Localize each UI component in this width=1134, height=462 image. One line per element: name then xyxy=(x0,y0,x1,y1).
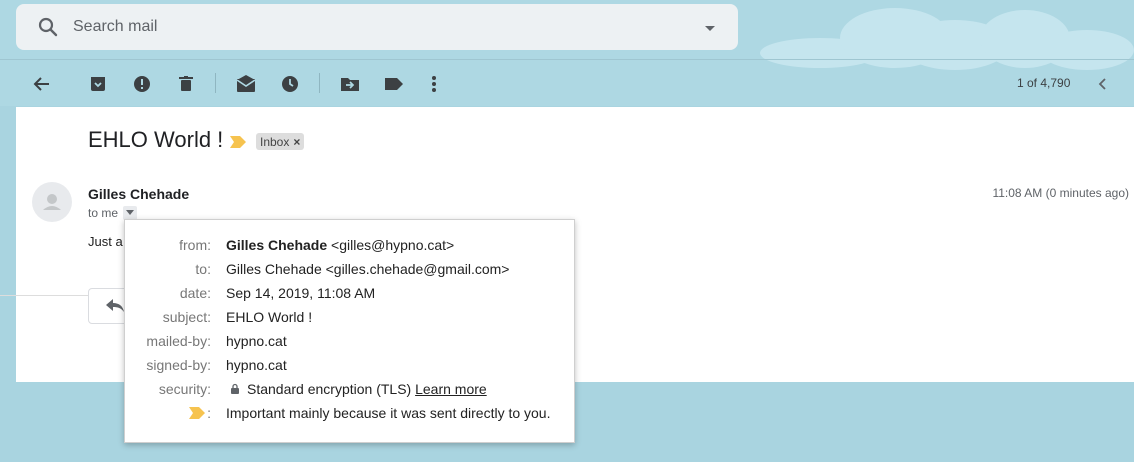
detail-value: Gilles Chehade <gilles@hypno.cat> xyxy=(226,237,454,253)
lock-icon xyxy=(230,381,242,397)
detail-value: Standard encryption (TLS) Learn more xyxy=(226,381,487,397)
detail-label: from: xyxy=(179,237,211,253)
message-timestamp: 11:08 AM (0 minutes ago) xyxy=(992,186,1129,200)
detail-row-security: security: Standard encryption (TLS) Lear… xyxy=(125,381,576,401)
labels-icon[interactable] xyxy=(382,72,406,96)
pagination-count: 1 of 4,790 xyxy=(1017,76,1071,90)
from-name: Gilles Chehade xyxy=(226,237,328,253)
prev-chevron-icon[interactable] xyxy=(1091,72,1115,96)
reply-icon xyxy=(106,299,124,318)
detail-row-to: to: Gilles Chehade <gilles.chehade@gmail… xyxy=(125,261,576,281)
message-details-popup: from: Gilles Chehade <gilles@hypno.cat> … xyxy=(124,219,575,443)
detail-value: hypno.cat xyxy=(226,357,287,373)
detail-value: EHLO World ! xyxy=(226,309,313,325)
message-toolbar: 1 of 4,790 xyxy=(0,59,1134,107)
mark-unread-icon[interactable] xyxy=(234,72,258,96)
importance-marker-icon xyxy=(189,407,206,419)
divider xyxy=(0,295,88,296)
importance-marker-icon[interactable] xyxy=(230,135,246,153)
detail-row-importance: : Important mainly because it was sent d… xyxy=(125,405,576,425)
detail-label: signed-by: xyxy=(146,357,211,373)
show-details-dropdown-icon[interactable] xyxy=(123,206,137,220)
search-options-dropdown-icon[interactable] xyxy=(700,18,720,38)
detail-row-date: date: Sep 14, 2019, 11:08 AM xyxy=(125,285,576,305)
sender-name[interactable]: Gilles Chehade xyxy=(88,186,189,202)
more-vert-icon[interactable] xyxy=(422,72,446,96)
detail-value: Sep 14, 2019, 11:08 AM xyxy=(226,285,376,301)
detail-value: Gilles Chehade <gilles.chehade@gmail.com… xyxy=(226,261,510,277)
snooze-icon[interactable] xyxy=(278,72,302,96)
detail-row-signed-by: signed-by: hypno.cat xyxy=(125,357,576,377)
toolbar-divider xyxy=(319,73,320,93)
message-body: Just a xyxy=(88,234,123,249)
learn-more-link[interactable]: Learn more xyxy=(415,381,487,397)
back-arrow-icon[interactable] xyxy=(30,72,54,96)
detail-label: : xyxy=(189,405,211,421)
detail-row-subject: subject: EHLO World ! xyxy=(125,309,576,329)
detail-label: security: xyxy=(158,381,211,397)
recipient-summary: to me xyxy=(88,206,119,220)
from-email: <gilles@hypno.cat> xyxy=(327,237,455,253)
detail-row-from: from: Gilles Chehade <gilles@hypno.cat> xyxy=(125,237,576,257)
detail-label: to: xyxy=(195,261,211,277)
search-input[interactable]: Search mail xyxy=(73,18,157,36)
detail-value: Important mainly because it was sent dir… xyxy=(226,405,551,421)
detail-row-mailed-by: mailed-by: hypno.cat xyxy=(125,333,576,353)
label-chip-inbox: Inbox × xyxy=(256,133,305,150)
search-icon[interactable] xyxy=(36,15,60,39)
security-text: Standard encryption (TLS) xyxy=(247,381,412,397)
label-chip-text: Inbox xyxy=(260,134,290,149)
move-to-icon[interactable] xyxy=(338,72,362,96)
detail-value: hypno.cat xyxy=(226,333,287,349)
toolbar-divider xyxy=(215,73,216,93)
report-spam-icon[interactable] xyxy=(130,72,154,96)
importance-label: : xyxy=(207,405,211,421)
search-bar[interactable]: Search mail xyxy=(16,4,738,50)
detail-label: date: xyxy=(179,285,211,301)
archive-icon[interactable] xyxy=(86,72,110,96)
avatar[interactable] xyxy=(32,182,72,222)
remove-label-icon[interactable]: × xyxy=(293,135,300,149)
detail-label: subject: xyxy=(162,309,211,325)
delete-icon[interactable] xyxy=(174,72,198,96)
page-title: EHLO World ! xyxy=(88,127,224,152)
detail-label: mailed-by: xyxy=(146,333,211,349)
